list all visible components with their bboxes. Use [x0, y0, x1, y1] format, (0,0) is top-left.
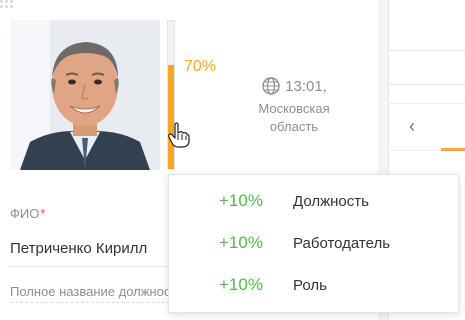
grid-dots-icon	[0, 0, 14, 10]
full-job-title-input[interactable]: Полное название должности	[10, 284, 170, 299]
local-time-block: 13:01, Московская область	[244, 76, 344, 136]
tooltip-row: +10% Роль	[169, 264, 458, 306]
fio-underline	[10, 266, 170, 267]
tooltip-label: Работодатель	[293, 234, 391, 252]
divider	[389, 84, 465, 85]
fio-field-label: ФИО*	[10, 206, 46, 221]
tooltip-label: Роль	[293, 276, 327, 294]
tooltip-percent: +10%	[219, 233, 263, 252]
chevron-left-icon[interactable]: ‹	[409, 117, 415, 135]
divider	[389, 50, 465, 51]
full-job-title-underline	[10, 302, 170, 303]
tooltip-percent: +10%	[219, 275, 263, 294]
contact-photo[interactable]	[10, 20, 160, 170]
tooltip-row: +10% Должность	[169, 180, 458, 222]
completeness-tooltip: +10% Должность +10% Работодатель +10% Ро…	[168, 174, 459, 313]
region-line-2: область	[269, 119, 319, 134]
required-marker: *	[40, 206, 46, 221]
profile-completeness-percent: 70%	[184, 58, 217, 75]
avatar	[10, 20, 160, 170]
local-time: 13:01,	[285, 77, 327, 95]
fio-input[interactable]: Петриченко Кирилл	[10, 240, 170, 257]
globe-icon	[262, 77, 280, 95]
tooltip-percent: +10%	[219, 191, 263, 210]
back-row: ‹	[389, 103, 465, 151]
region-line-1: Московская	[258, 101, 330, 116]
profile-completeness-fill	[168, 65, 174, 169]
tooltip-row: +10% Работодатель	[169, 222, 458, 264]
active-tab-indicator	[441, 148, 465, 151]
tooltip-label: Должность	[293, 192, 369, 210]
hand-pointer-icon	[168, 122, 190, 148]
